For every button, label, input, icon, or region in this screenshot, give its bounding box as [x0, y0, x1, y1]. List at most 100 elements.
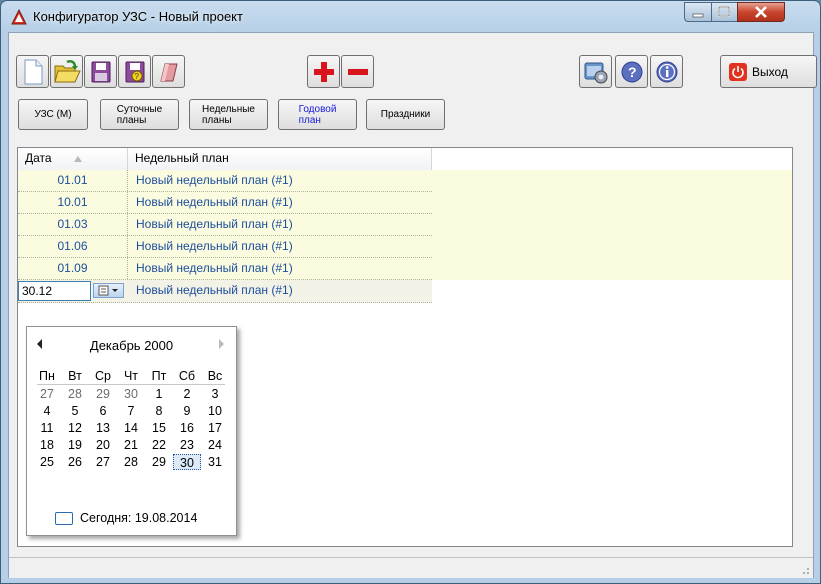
date-picker-dropdown[interactable] — [93, 283, 124, 298]
info-icon — [656, 61, 677, 82]
calendar-day[interactable]: 2 — [173, 386, 201, 402]
table-row[interactable]: 01.09 Новый недельный план (#1) — [18, 258, 432, 280]
tab-label: Суточные планы — [116, 103, 163, 126]
help-icon: ? — [621, 61, 642, 82]
row-filler — [432, 236, 792, 258]
table-row[interactable]: 10.01 Новый недельный план (#1) — [18, 192, 432, 214]
weekday-divider — [37, 384, 225, 385]
calendar-day[interactable]: 22 — [145, 437, 173, 453]
plan-cell[interactable]: Новый недельный план (#1) — [136, 258, 293, 279]
calendar-day[interactable]: 29 — [89, 386, 117, 402]
sort-ascending-icon — [74, 156, 82, 162]
resize-grip-icon[interactable] — [799, 564, 811, 576]
calendar-day[interactable]: 14 — [117, 420, 145, 436]
weekday-header: Пт — [151, 369, 167, 383]
calendar-day[interactable]: 16 — [173, 420, 201, 436]
calendar-day[interactable]: 11 — [33, 420, 61, 436]
add-button[interactable] — [307, 55, 340, 88]
date-cell[interactable]: 01.06 — [18, 236, 128, 257]
calendar-day[interactable]: 7 — [117, 403, 145, 419]
tab-annual-plan[interactable]: Годовой план — [278, 99, 357, 130]
calendar-dropdown-icon — [98, 285, 118, 296]
weekday-header: Вт — [68, 369, 82, 383]
date-cell[interactable]: 01.01 — [18, 170, 128, 191]
remove-button[interactable] — [341, 55, 374, 88]
open-project-button[interactable] — [50, 55, 83, 88]
calendar-day[interactable]: 4 — [33, 403, 61, 419]
calendar-day[interactable]: 27 — [89, 454, 117, 470]
help-button[interactable]: ? — [615, 55, 648, 88]
plan-cell[interactable]: Новый недельный план (#1) — [136, 170, 293, 191]
table-row[interactable]: 01.06 Новый недельный план (#1) — [18, 236, 432, 258]
weekday-header: Вс — [207, 369, 223, 383]
date-input[interactable]: 30.12 — [18, 281, 91, 301]
tab-holidays[interactable]: Праздники — [366, 99, 445, 130]
calendar-day[interactable]: 28 — [117, 454, 145, 470]
calendar-day[interactable]: 29 — [145, 454, 173, 470]
calendar-day[interactable]: 9 — [173, 403, 201, 419]
calendar-day[interactable]: 20 — [89, 437, 117, 453]
calendar-day[interactable]: 3 — [201, 386, 229, 402]
save-button[interactable] — [84, 55, 117, 88]
weekday-header: Ср — [95, 369, 111, 383]
calendar-day[interactable]: 17 — [201, 420, 229, 436]
tab-label: УЗС (М) — [34, 109, 72, 120]
column-header-date[interactable]: Дата — [18, 148, 128, 170]
settings-icon — [584, 62, 607, 83]
warning-app-icon — [11, 9, 27, 25]
plan-cell[interactable]: Новый недельный план (#1) — [136, 280, 293, 301]
calendar-day[interactable]: 19 — [61, 437, 89, 453]
calendar-day[interactable]: 8 — [145, 403, 173, 419]
date-cell[interactable]: 01.03 — [18, 214, 128, 235]
calendar-day[interactable]: 23 — [173, 437, 201, 453]
tab-daily-plans[interactable]: Суточные планы — [100, 99, 179, 130]
tab-weekly-plans[interactable]: Недельные планы — [189, 99, 268, 130]
settings-button[interactable] — [579, 55, 612, 88]
date-picker-calendar[interactable]: Декабрь 2000 Пн Вт Ср Чт Пт Сб Вс 27 28 29 30 1 2 3 4 5… — [26, 326, 237, 536]
calendar-day[interactable]: 10 — [201, 403, 229, 419]
calendar-day[interactable]: 28 — [61, 386, 89, 402]
plan-cell[interactable]: Новый недельный план (#1) — [136, 192, 293, 213]
minimize-button[interactable] — [684, 2, 712, 22]
calendar-day[interactable]: 21 — [117, 437, 145, 453]
calendar-day-selected[interactable]: 30 — [173, 454, 201, 470]
calendar-day[interactable]: 27 — [33, 386, 61, 402]
table-row-editing[interactable]: 30.12 Новый недельный план (#1) — [18, 280, 432, 303]
calendar-day[interactable]: 6 — [89, 403, 117, 419]
calendar-day[interactable]: 30 — [117, 386, 145, 402]
new-project-button[interactable] — [16, 55, 49, 88]
calendar-day[interactable]: 31 — [201, 454, 229, 470]
plan-cell[interactable]: Новый недельный план (#1) — [136, 236, 293, 257]
calendar-day[interactable]: 5 — [61, 403, 89, 419]
clear-button[interactable] — [152, 55, 185, 88]
today-link[interactable]: Сегодня: 19.08.2014 — [55, 511, 197, 525]
open-folder-icon — [53, 59, 81, 82]
plan-cell[interactable]: Новый недельный план (#1) — [136, 214, 293, 235]
title-bar[interactable]: Конфигуратор УЗС - Новый проект — [1, 1, 820, 33]
date-cell[interactable]: 10.01 — [18, 192, 128, 213]
column-header-weekly-plan[interactable]: Недельный план — [128, 148, 432, 170]
calendar-day[interactable]: 18 — [33, 437, 61, 453]
today-label: Сегодня: 19.08.2014 — [80, 511, 198, 525]
save-as-button[interactable]: ? — [118, 55, 151, 88]
tab-uzs[interactable]: УЗС (М) — [18, 99, 88, 130]
row-filler — [432, 214, 792, 236]
close-button[interactable] — [737, 2, 785, 22]
calendar-day[interactable]: 1 — [145, 386, 173, 402]
calendar-day[interactable]: 25 — [33, 454, 61, 470]
window-title: Конфигуратор УЗС - Новый проект — [33, 9, 243, 24]
calendar-month-label[interactable]: Декабрь 2000 — [27, 338, 236, 353]
exit-button[interactable]: Выход — [720, 55, 817, 88]
table-row[interactable]: 01.01 Новый недельный план (#1) — [18, 170, 432, 192]
next-month-icon[interactable] — [219, 339, 224, 349]
maximize-button[interactable] — [711, 2, 738, 22]
calendar-day[interactable]: 26 — [61, 454, 89, 470]
info-button[interactable] — [650, 55, 683, 88]
calendar-day[interactable]: 15 — [145, 420, 173, 436]
date-cell[interactable]: 01.09 — [18, 258, 128, 279]
calendar-day[interactable]: 13 — [89, 420, 117, 436]
power-icon — [729, 62, 747, 81]
calendar-day[interactable]: 24 — [201, 437, 229, 453]
calendar-day[interactable]: 12 — [61, 420, 89, 436]
table-row[interactable]: 01.03 Новый недельный план (#1) — [18, 214, 432, 236]
